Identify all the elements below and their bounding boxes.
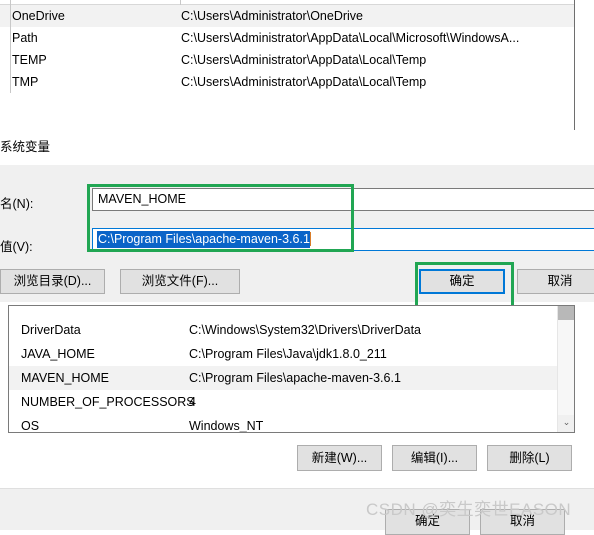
browse-directory-button[interactable]: 浏览目录(D)... — [0, 269, 105, 294]
variable-name: TMP — [12, 75, 39, 89]
window-cancel-button[interactable]: 取消 — [480, 509, 565, 535]
variable-value: C:\Program Files\Java\jdk1.8.0_211 — [189, 347, 387, 361]
table-row[interactable]: Path C:\Users\Administrator\AppData\Loca… — [0, 27, 574, 49]
variable-name: MAVEN_HOME — [21, 371, 109, 385]
variable-value: C:\Users\Administrator\AppData\Local\Tem… — [181, 75, 427, 89]
variable-value: C:\Program Files\apache-maven-3.6.1 — [189, 371, 401, 385]
variable-name: OneDrive — [12, 9, 65, 23]
selected-text: C:\Program Files\apache-maven-3.6.1 — [97, 231, 310, 248]
column-divider — [10, 27, 11, 49]
variable-name: JAVA_HOME — [21, 347, 95, 361]
variable-value: Windows_NT — [189, 419, 264, 433]
variable-value: 4 — [189, 395, 196, 409]
variable-value: C:\Users\Administrator\AppData\Local\Tem… — [181, 53, 427, 67]
text-caret — [309, 232, 311, 246]
system-variables-scrollbar[interactable]: ⌄ — [557, 306, 574, 432]
dialog-ok-button[interactable]: 确定 — [419, 269, 505, 294]
variable-name-label: 名(N): — [0, 197, 34, 211]
system-variables-list[interactable]: DriverData C:\Windows\System32\Drivers\D… — [8, 305, 575, 433]
edit-variable-button[interactable]: 编辑(I)... — [392, 445, 477, 471]
variable-name-input[interactable]: MAVEN_HOME — [92, 188, 594, 211]
scrollbar-thumb[interactable] — [558, 306, 574, 320]
user-variables-list[interactable]: OneDrive C:\Users\Administrator\OneDrive… — [0, 0, 575, 130]
delete-variable-button[interactable]: 删除(L) — [487, 445, 572, 471]
system-variables-caption: 系统变量 — [0, 140, 51, 154]
variable-value: C:\Windows\System32\Drivers\DriverData — [189, 323, 421, 337]
variable-name: Path — [12, 31, 38, 45]
browse-file-button[interactable]: 浏览文件(F)... — [120, 269, 240, 294]
column-divider — [10, 5, 11, 27]
table-row[interactable]: NUMBER_OF_PROCESSORS 4 — [9, 390, 574, 414]
variable-name: TEMP — [12, 53, 47, 67]
dialog-cancel-button[interactable]: 取消 — [517, 269, 594, 294]
variable-value: C:\Users\Administrator\AppData\Local\Mic… — [181, 31, 520, 45]
variable-value: C:\Users\Administrator\OneDrive — [181, 9, 363, 23]
table-row[interactable]: DriverData C:\Windows\System32\Drivers\D… — [9, 318, 574, 342]
variable-name: NUMBER_OF_PROCESSORS — [21, 395, 195, 409]
variable-name: DriverData — [21, 323, 81, 337]
column-divider — [10, 49, 11, 71]
scrollbar-track[interactable] — [558, 320, 574, 415]
table-row[interactable]: MAVEN_HOME C:\Program Files\apache-maven… — [9, 366, 574, 390]
variable-value-label: 值(V): — [0, 240, 33, 254]
column-divider — [10, 71, 11, 93]
table-row[interactable]: OS Windows_NT — [9, 414, 574, 433]
variable-value-input[interactable]: C:\Program Files\apache-maven-3.6.1 — [92, 228, 594, 251]
table-row[interactable]: TMP C:\Users\Administrator\AppData\Local… — [0, 71, 574, 93]
chevron-down-icon[interactable]: ⌄ — [558, 414, 574, 430]
table-row[interactable]: OneDrive C:\Users\Administrator\OneDrive — [0, 5, 574, 27]
variable-name: OS — [21, 419, 40, 433]
table-row[interactable]: TEMP C:\Users\Administrator\AppData\Loca… — [0, 49, 574, 71]
table-row-partial[interactable] — [9, 306, 574, 318]
new-variable-button[interactable]: 新建(W)... — [297, 445, 382, 471]
window-ok-button[interactable]: 确定 — [385, 509, 470, 535]
table-row[interactable]: JAVA_HOME C:\Program Files\Java\jdk1.8.0… — [9, 342, 574, 366]
